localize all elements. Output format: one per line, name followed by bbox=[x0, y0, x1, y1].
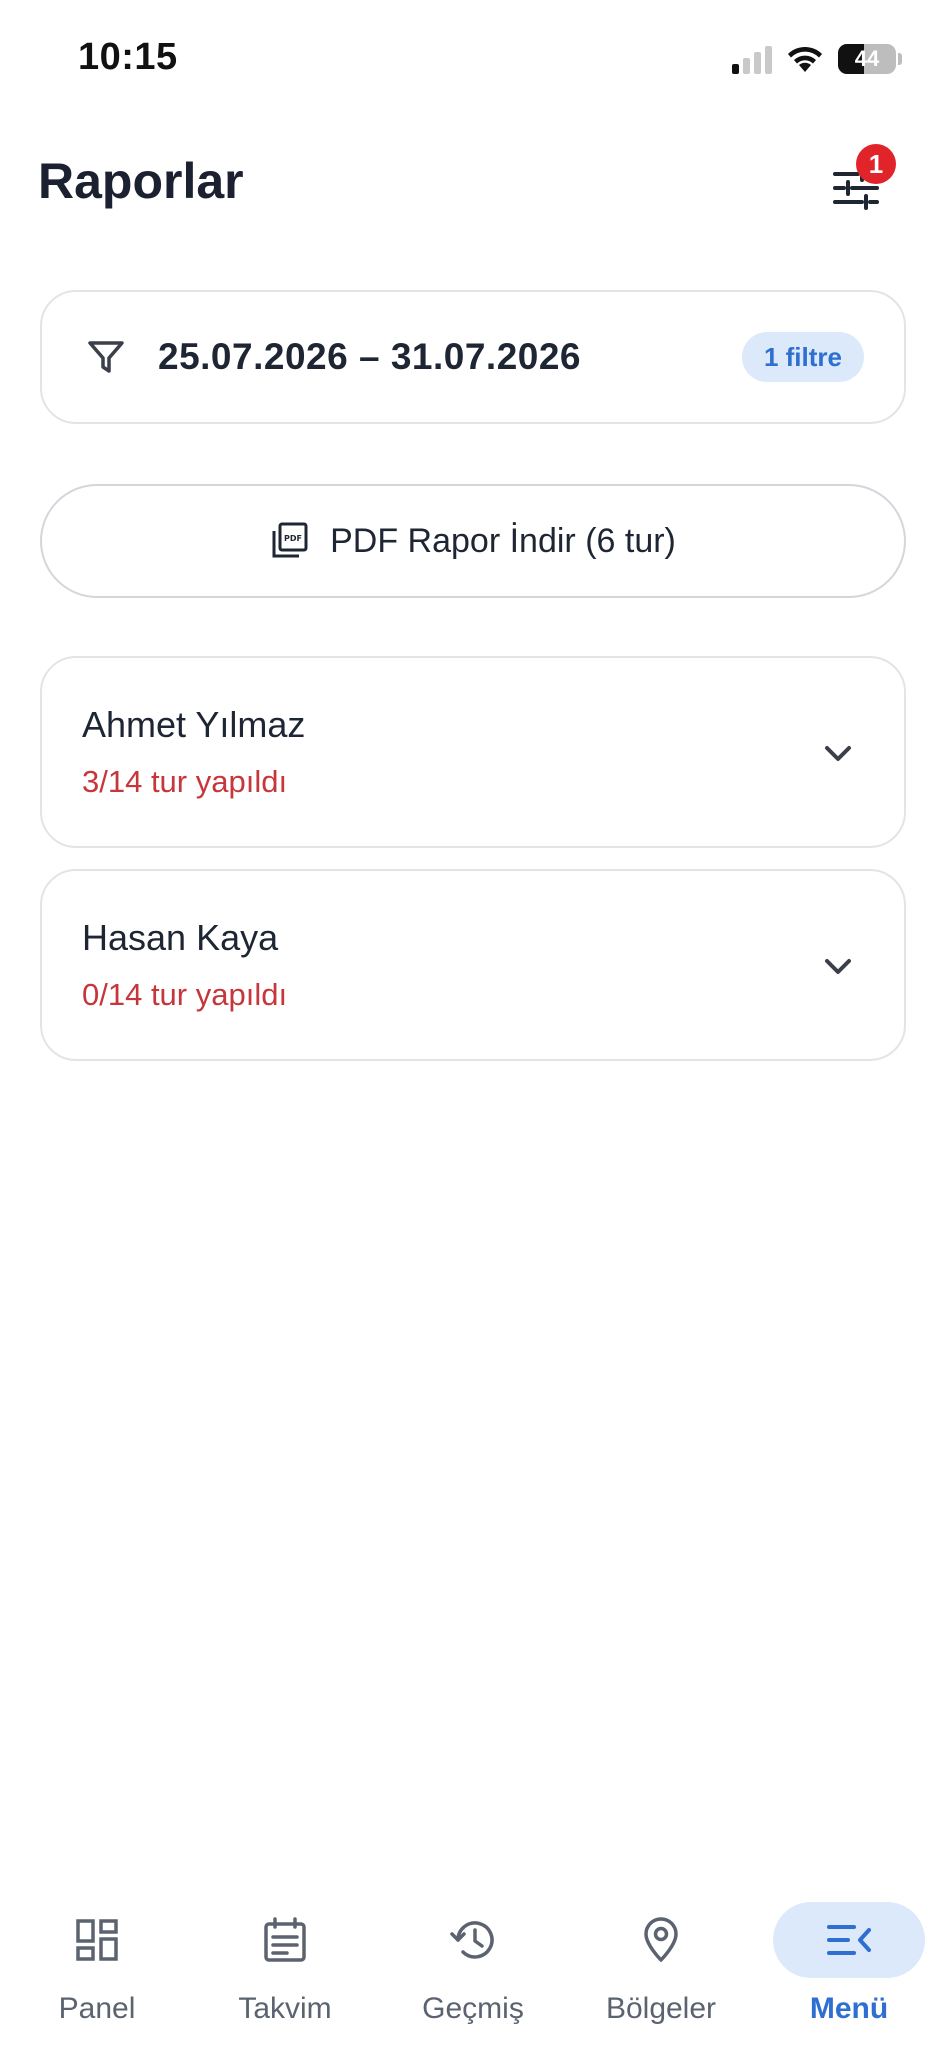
menu-collapse-icon bbox=[827, 1925, 871, 1955]
nav-label: Geçmiş bbox=[422, 1992, 524, 2025]
filter-count-badge: 1 bbox=[856, 144, 896, 184]
nav-label: Takvim bbox=[238, 1992, 332, 2025]
staff-name: Ahmet Yılmaz bbox=[82, 704, 306, 745]
nav-icon-container bbox=[209, 1902, 361, 1978]
nav-label: Bölgeler bbox=[605, 1992, 717, 2025]
nav-item-panel[interactable]: Panel bbox=[16, 1880, 178, 2048]
dashboard-icon bbox=[76, 1919, 118, 1961]
chevron-down-icon[interactable] bbox=[818, 947, 858, 987]
staff-name: Hasan Kaya bbox=[82, 917, 279, 958]
status-bar: 10:15 44 bbox=[0, 0, 946, 120]
history-icon bbox=[450, 1921, 494, 1959]
active-filter-chip[interactable]: 1 filtre bbox=[741, 332, 864, 382]
date-range-text: 25.07.2026 – 31.07.2026 bbox=[158, 336, 581, 377]
pdf-icon: PDF bbox=[272, 522, 308, 558]
staff-tour-progress: 0/14 tur yapıldı bbox=[82, 977, 288, 1012]
bottom-navigation: Panel Takvim Geçmiş Bölgeler Menü bbox=[0, 1880, 946, 2048]
staff-tour-progress: 3/14 tur yapıldı bbox=[82, 764, 288, 799]
status-icons: 44 bbox=[732, 42, 902, 76]
pdf-button-label: PDF Rapor İndir (6 tur) bbox=[330, 521, 676, 560]
staff-card-ahmet[interactable]: Ahmet Yılmaz 3/14 tur yapıldı bbox=[40, 656, 906, 848]
download-pdf-report-button[interactable]: PDF PDF Rapor İndir (6 tur) bbox=[40, 484, 906, 598]
calendar-icon bbox=[264, 1917, 306, 1962]
svg-text:PDF: PDF bbox=[284, 534, 302, 543]
battery-icon: 44 bbox=[838, 44, 896, 74]
wifi-icon bbox=[788, 46, 822, 72]
location-pin-icon bbox=[644, 1917, 678, 1962]
reports-screen: 10:15 44 Raporlar 1 25.07.2026 – 31.07.2… bbox=[0, 0, 946, 2048]
page-title: Raporlar bbox=[38, 153, 244, 209]
nav-label: Panel bbox=[58, 1992, 136, 2025]
signal-icon bbox=[732, 44, 772, 74]
nav-item-menu[interactable]: Menü bbox=[768, 1880, 930, 2048]
nav-label: Menü bbox=[809, 1992, 889, 2025]
nav-item-gecmis[interactable]: Geçmiş bbox=[392, 1880, 554, 2048]
nav-item-takvim[interactable]: Takvim bbox=[204, 1880, 366, 2048]
funnel-icon bbox=[88, 341, 124, 373]
staff-card-hasan[interactable]: Hasan Kaya 0/14 tur yapıldı bbox=[40, 869, 906, 1061]
nav-icon-container bbox=[21, 1902, 173, 1978]
nav-item-bolgeler[interactable]: Bölgeler bbox=[580, 1880, 742, 2048]
battery-level: 44 bbox=[854, 46, 880, 71]
nav-icon-container bbox=[773, 1902, 925, 1978]
date-range-filter[interactable]: 25.07.2026 – 31.07.2026 1 filtre bbox=[40, 290, 906, 424]
battery-tip bbox=[898, 53, 902, 65]
nav-icon-container bbox=[397, 1902, 549, 1978]
chevron-down-icon[interactable] bbox=[818, 734, 858, 774]
nav-icon-container bbox=[585, 1902, 737, 1978]
status-time: 10:15 bbox=[78, 36, 178, 78]
filter-settings-button[interactable]: 1 bbox=[818, 144, 896, 226]
